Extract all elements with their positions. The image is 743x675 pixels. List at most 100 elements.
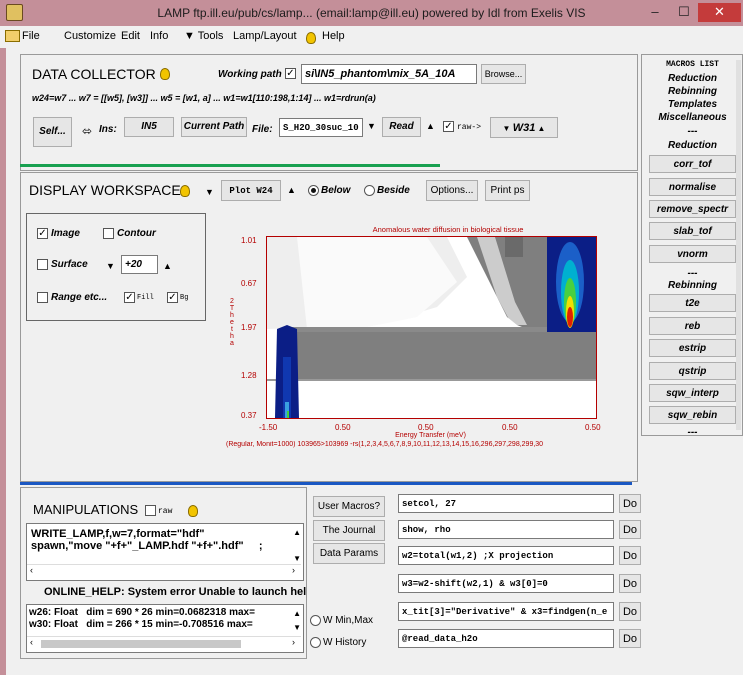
code-hscrollbar[interactable]: ‹ › <box>27 564 301 579</box>
file-dropdown-icon[interactable]: ▼ <box>367 121 376 131</box>
plot-button[interactable]: Plot W24 <box>221 180 281 201</box>
scroll-left-icon[interactable]: ‹ <box>30 565 33 575</box>
angle-up-icon[interactable]: ▲ <box>163 261 172 271</box>
image-checkbox[interactable]: ✓ <box>37 228 48 239</box>
angle-down-icon[interactable]: ▼ <box>106 261 115 271</box>
manip-raw-checkbox[interactable] <box>145 505 156 516</box>
command-field[interactable]: w3=w2-shift(w2,1) & w3[0]=0 <box>398 574 614 593</box>
macro-section[interactable]: Rebinning <box>649 86 736 97</box>
macro-button[interactable]: qstrip <box>649 362 736 380</box>
command-field[interactable]: setcol, 27 <box>398 494 614 513</box>
read-button[interactable]: Read <box>382 117 421 137</box>
scroll-thumb[interactable] <box>41 640 241 648</box>
y-axis-letter: 2 <box>230 298 234 305</box>
fill-checkbox[interactable]: ✓ <box>124 292 135 303</box>
self-button[interactable]: Self... <box>33 117 72 147</box>
macro-button[interactable]: reb <box>649 317 736 335</box>
whistory-radio[interactable] <box>310 637 321 648</box>
read-up-icon[interactable]: ▲ <box>426 121 435 131</box>
data-params-button[interactable]: Data Params <box>313 543 385 564</box>
command-field[interactable]: x_tit[3]="Derivative" & x3=findgen(n_e <box>398 602 614 621</box>
data-collector-title: DATA COLLECTOR <box>32 66 156 82</box>
do-button[interactable]: Do <box>619 546 641 565</box>
raw-checkbox[interactable]: ✓ <box>443 121 454 132</box>
contour-checkbox[interactable] <box>103 228 114 239</box>
command-field[interactable]: show, rho <box>398 520 614 539</box>
surface-label: Surface <box>51 259 88 270</box>
bg-checkbox[interactable]: ✓ <box>167 292 178 303</box>
options-button[interactable]: Options... <box>426 180 478 201</box>
journal-button[interactable]: The Journal <box>313 520 385 541</box>
history-formula: w24=w7 ... w7 = [[w5], [w3]] ... w5 = [w… <box>32 93 376 103</box>
code-editor[interactable]: WRITE_LAMP,f,w=7,format="hdf" spawn,"mov… <box>26 523 304 581</box>
menu-tools[interactable]: ▼ Tools <box>184 30 223 42</box>
macro-separator: --- <box>687 268 698 279</box>
menu-file[interactable]: File <box>22 30 40 42</box>
x-tick-label: 0.50 <box>418 423 434 432</box>
scroll-down-icon[interactable]: ▼ <box>293 623 301 632</box>
macro-section[interactable]: Miscellaneous <box>649 112 736 123</box>
beside-radio[interactable] <box>364 185 375 196</box>
macro-section[interactable]: Reduction <box>649 73 736 84</box>
macro-button[interactable]: vnorm <box>649 245 736 263</box>
scroll-down-icon[interactable]: ▼ <box>293 554 301 563</box>
angle-field[interactable]: +20 <box>121 255 158 274</box>
manip-bulb-icon[interactable] <box>188 505 198 520</box>
current-path-button[interactable]: Current Path <box>181 117 247 137</box>
wminmax-radio[interactable] <box>310 615 321 626</box>
menu-help[interactable]: Help <box>322 30 345 42</box>
print-ps-button[interactable]: Print ps <box>485 180 530 201</box>
menu-info[interactable]: Info <box>150 30 168 42</box>
macros-scrollbar[interactable] <box>736 60 741 430</box>
do-button[interactable]: Do <box>619 574 641 593</box>
macro-button[interactable]: sqw_rebin <box>649 406 736 424</box>
data-collector-bulb-icon[interactable] <box>160 68 170 83</box>
target-workspace-button[interactable]: ▼ W31 ▲ <box>490 117 558 138</box>
close-button[interactable]: ✕ <box>698 3 741 22</box>
do-button[interactable]: Do <box>619 602 641 621</box>
maximize-button[interactable]: ☐ <box>671 3 697 22</box>
menu-customize[interactable]: Customize <box>64 30 116 42</box>
scroll-up-icon[interactable]: ▲ <box>293 609 301 618</box>
vars-hscrollbar[interactable]: ‹ › <box>27 636 301 651</box>
macro-button[interactable]: t2e <box>649 294 736 312</box>
minimize-button[interactable]: – <box>640 3 670 22</box>
scroll-left-icon[interactable]: ‹ <box>30 637 33 647</box>
macro-button[interactable]: corr_tof <box>649 155 736 173</box>
scroll-right-icon[interactable]: › <box>292 637 295 647</box>
macro-button[interactable]: remove_spectr <box>649 200 736 218</box>
macro-section[interactable]: Rebinning <box>649 280 736 291</box>
scroll-right-icon[interactable]: › <box>292 565 295 575</box>
variable-entry[interactable]: w26: Float dim = 690 * 26 min=0.0682318 … <box>29 607 255 618</box>
do-button[interactable]: Do <box>619 520 641 539</box>
working-path-field[interactable]: si\IN5_phantom\mix_5A_10A <box>301 64 477 84</box>
macro-section[interactable]: Templates <box>649 99 736 110</box>
menu-edit[interactable]: Edit <box>121 30 140 42</box>
macro-section[interactable]: Reduction <box>649 140 736 151</box>
command-field[interactable]: @read_data_h2o <box>398 629 614 648</box>
instrument-button[interactable]: IN5 <box>124 117 174 137</box>
macro-button[interactable]: estrip <box>649 339 736 357</box>
working-path-checkbox[interactable]: ✓ <box>285 68 296 79</box>
plot-dropdown-icon[interactable]: ▼ <box>205 187 214 197</box>
variable-entry[interactable]: w30: Float dim = 266 * 15 min=-0.708516 … <box>29 619 253 630</box>
plot-up-icon[interactable]: ▲ <box>287 185 296 195</box>
macro-button[interactable]: slab_tof <box>649 222 736 240</box>
browse-button[interactable]: Browse... <box>481 64 526 84</box>
range-checkbox[interactable] <box>37 292 48 303</box>
do-button[interactable]: Do <box>619 494 641 513</box>
file-field[interactable]: S_H2O_30suc_10 <box>279 118 363 137</box>
macro-button[interactable]: sqw_interp <box>649 384 736 402</box>
user-macros-button[interactable]: User Macros? <box>313 496 385 517</box>
command-field[interactable]: w2=total(w1,2) ;X projection <box>398 546 614 565</box>
do-button[interactable]: Do <box>619 629 641 648</box>
surface-checkbox[interactable] <box>37 259 48 270</box>
display-bulb-icon[interactable] <box>180 185 190 200</box>
below-radio[interactable] <box>308 185 319 196</box>
menu-bar: File Customize Edit Info ▼ Tools Lamp/La… <box>0 26 743 48</box>
move-arrows-icon[interactable]: ⬄ <box>82 124 92 138</box>
menu-layout[interactable]: Lamp/Layout <box>233 30 297 42</box>
macro-button[interactable]: normalise <box>649 178 736 196</box>
scroll-up-icon[interactable]: ▲ <box>293 528 301 537</box>
variables-list[interactable]: w26: Float dim = 690 * 26 min=0.0682318 … <box>26 604 304 653</box>
